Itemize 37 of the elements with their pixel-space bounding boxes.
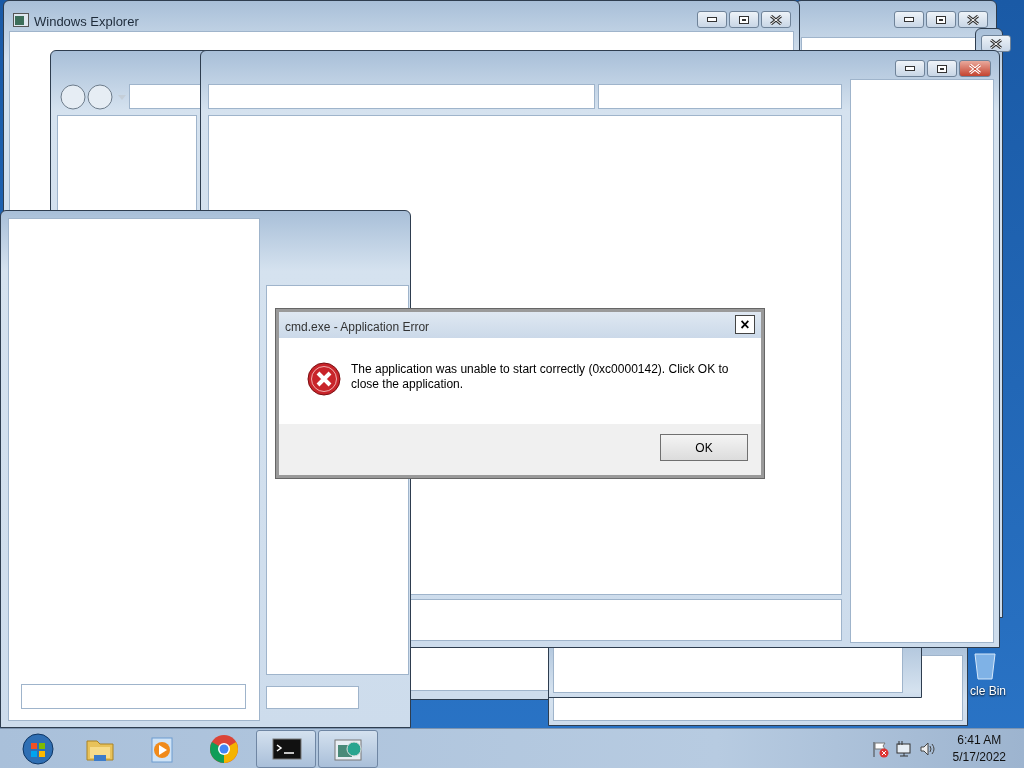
maximize-button[interactable] — [926, 11, 956, 28]
input-field[interactable] — [21, 684, 246, 709]
close-button[interactable] — [959, 60, 991, 77]
minimize-icon — [905, 66, 915, 71]
close-button[interactable] — [761, 11, 791, 28]
maximize-button[interactable] — [927, 60, 957, 77]
minimize-icon — [707, 17, 717, 22]
input-field[interactable] — [266, 686, 359, 709]
minimize-button[interactable] — [697, 11, 727, 28]
maximize-icon — [936, 15, 946, 24]
close-icon — [967, 14, 979, 25]
close-button[interactable] — [981, 35, 1011, 52]
close-icon — [969, 63, 981, 74]
error-message: The application was unable to start correctly (0xc0000142). Click OK to close the application. — [351, 362, 730, 392]
window-title: Windows Explorer — [34, 13, 139, 31]
close-icon — [990, 38, 1002, 49]
clock[interactable]: 6:41 AM 5/17/2022 — [952, 731, 1006, 766]
icon-label: cle Bin — [970, 683, 1007, 700]
ok-button[interactable]: OK — [660, 434, 748, 461]
minimize-icon — [904, 17, 914, 22]
browser-icon — [208, 732, 240, 765]
minimize-button[interactable] — [895, 60, 925, 77]
error-icon — [307, 362, 341, 396]
app-icon — [13, 13, 29, 27]
maximize-icon — [739, 15, 749, 24]
maximize-button[interactable] — [729, 11, 759, 28]
flag-icon[interactable] — [870, 739, 889, 758]
close-button[interactable] — [958, 11, 988, 28]
dialog-title: cmd.exe - Application Error — [285, 319, 430, 336]
taskbar-button[interactable] — [256, 729, 316, 768]
minimize-button[interactable] — [894, 11, 924, 28]
maximize-icon — [937, 64, 947, 73]
close-icon — [770, 14, 782, 25]
network-icon[interactable] — [894, 739, 913, 758]
start-orb-icon — [22, 732, 54, 765]
recycle-bin-icon — [972, 650, 998, 680]
close-button[interactable]: × — [735, 315, 755, 334]
